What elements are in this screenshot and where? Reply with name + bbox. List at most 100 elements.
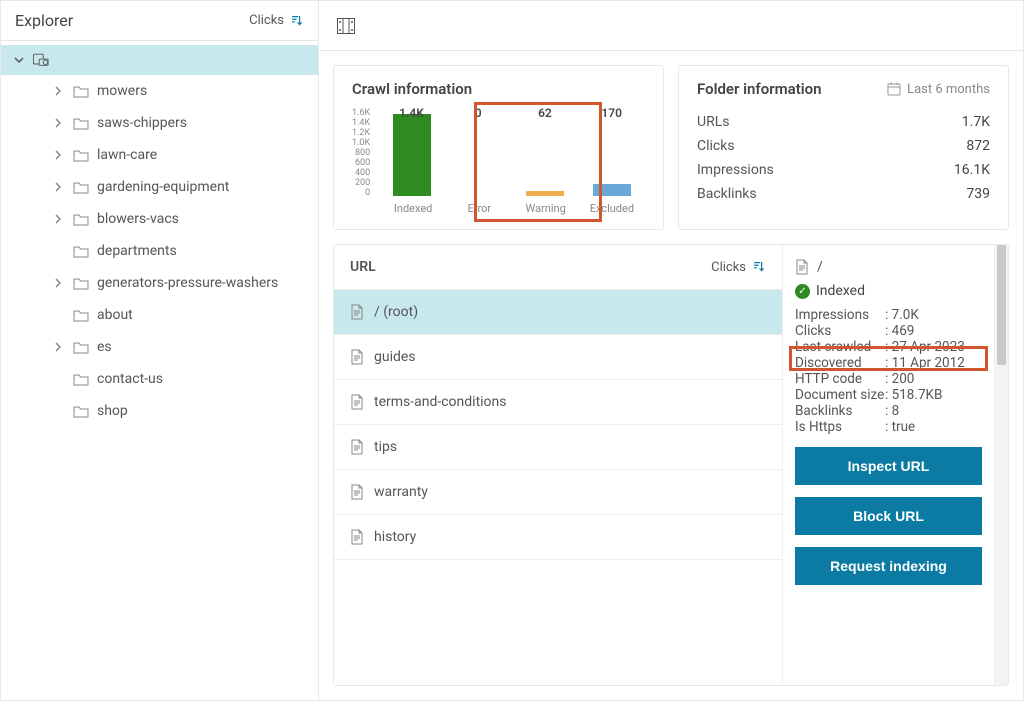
url-header-title: URL <box>350 259 376 275</box>
stat-value: 872 <box>966 138 990 154</box>
folder-stat-clicks: Clicks 872 <box>697 134 990 158</box>
url-row[interactable]: warranty <box>334 470 782 515</box>
sidebar-item-generators-pressure-washers[interactable]: generators-pressure-washers <box>1 267 318 299</box>
detail-status: ✓ Indexed <box>795 283 982 299</box>
bar-caption: Indexed <box>380 202 446 215</box>
tree-root[interactable] <box>1 45 318 75</box>
url-list-header: URL Clicks <box>334 245 782 290</box>
sidebar-item-blowers-vacs[interactable]: blowers-vacs <box>1 203 318 235</box>
explorer-sidebar: Explorer Clicks mowerssaws-chipperslawn-… <box>1 1 319 700</box>
crawl-card-title: Crawl information <box>352 80 645 98</box>
detail-value: 8 <box>885 403 982 419</box>
y-tick: 400 <box>352 168 370 178</box>
status-text: Indexed <box>816 283 865 299</box>
sidebar-item-label: saws-chippers <box>97 115 187 131</box>
sidebar-item-lawn-care[interactable]: lawn-care <box>1 139 318 171</box>
url-label: / (root) <box>374 304 418 320</box>
url-row[interactable]: history <box>334 515 782 560</box>
sidebar-item-gardening-equipment[interactable]: gardening-equipment <box>1 171 318 203</box>
detail-path-row: / <box>795 259 982 275</box>
url-row[interactable]: tips <box>334 425 782 470</box>
bar-error[interactable]: 0 <box>445 108 512 196</box>
sort-label: Clicks <box>249 13 284 28</box>
y-tick: 200 <box>352 178 370 188</box>
url-row[interactable]: guides <box>334 335 782 380</box>
crawl-info-card: Crawl information 1.6K1.4K1.2K1.0K800600… <box>333 65 664 230</box>
chevron-right-icon <box>51 214 65 224</box>
bar-indexed[interactable]: 1.4K <box>378 108 445 196</box>
url-label: tips <box>374 439 397 455</box>
sort-desc-icon <box>752 260 766 274</box>
sidebar-item-shop[interactable]: shop <box>1 395 318 427</box>
stat-key: Impressions <box>697 162 774 178</box>
detail-key: Clicks <box>795 323 885 339</box>
scrollbar-thumb[interactable] <box>997 245 1006 365</box>
detail-discovered: Discovered11 Apr 2012 <box>795 355 982 371</box>
y-tick: 1.0K <box>352 138 370 148</box>
main-area: Crawl information 1.6K1.4K1.2K1.0K800600… <box>319 1 1023 700</box>
page-icon <box>350 304 364 320</box>
detail-key: Backlinks <box>795 403 885 419</box>
folder-icon <box>73 308 89 322</box>
page-icon <box>350 484 364 500</box>
chart-y-axis: 1.6K1.4K1.2K1.0K8006004002000 <box>352 108 372 196</box>
detail-scrollbar[interactable] <box>994 245 1008 685</box>
sidebar-item-label: mowers <box>97 83 147 99</box>
detail-key: HTTP code <box>795 371 885 387</box>
request-indexing-button[interactable]: Request indexing <box>795 547 982 585</box>
url-sort-clicks[interactable]: Clicks <box>711 260 766 275</box>
folder-icon <box>73 148 89 162</box>
detail-value: true <box>885 419 982 435</box>
sidebar-item-about[interactable]: about <box>1 299 318 331</box>
sidebar-item-es[interactable]: es <box>1 331 318 363</box>
bar-excluded[interactable]: 170 <box>578 108 645 196</box>
bar-value-label: 0 <box>475 106 482 192</box>
url-row[interactable]: terms-and-conditions <box>334 380 782 425</box>
sort-desc-icon <box>290 14 304 28</box>
sidebar-item-label: departments <box>97 243 177 259</box>
bar-warning[interactable]: 62 <box>512 108 579 196</box>
sidebar-item-label: generators-pressure-washers <box>97 275 278 291</box>
folder-card-title: Folder information <box>697 80 822 98</box>
crawl-chart: 1.6K1.4K1.2K1.0K8006004002000 1.4K 0 62 170… <box>352 108 645 215</box>
sidebar-item-label: gardening-equipment <box>97 179 229 195</box>
period-selector[interactable]: Last 6 months <box>887 82 990 97</box>
chevron-down-icon <box>13 54 25 66</box>
sidebar-item-departments[interactable]: departments <box>1 235 318 267</box>
y-tick: 1.4K <box>352 118 370 128</box>
y-tick: 800 <box>352 148 370 158</box>
stat-key: URLs <box>697 114 729 130</box>
bar-value-label: 62 <box>538 106 552 187</box>
period-label: Last 6 months <box>907 82 990 97</box>
page-icon <box>350 349 364 365</box>
stat-value: 16.1K <box>954 162 990 178</box>
block-url-button[interactable]: Block URL <box>795 497 982 535</box>
sidebar-item-contact-us[interactable]: contact-us <box>1 363 318 395</box>
detail-key: Document size <box>795 387 885 403</box>
folder-icon <box>73 116 89 130</box>
sidebar-item-mowers[interactable]: mowers <box>1 75 318 107</box>
detail-path-text: / <box>817 259 823 275</box>
sidebar-item-label: shop <box>97 403 128 419</box>
url-label: terms-and-conditions <box>374 394 507 410</box>
columns-icon[interactable] <box>333 14 359 38</box>
detail-is-https: Is Httpstrue <box>795 419 982 435</box>
sidebar-item-saws-chippers[interactable]: saws-chippers <box>1 107 318 139</box>
detail-value: 27 Apr 2023 <box>885 339 982 355</box>
sidebar-sort-clicks[interactable]: Clicks <box>249 13 304 28</box>
url-label: warranty <box>374 484 428 500</box>
detail-value: 469 <box>885 323 982 339</box>
detail-panel: / ✓ Indexed Impressions7.0KClicks469Last… <box>782 245 994 685</box>
inspect-url-button[interactable]: Inspect URL <box>795 447 982 485</box>
page-icon <box>350 439 364 455</box>
sort-label: Clicks <box>711 260 746 275</box>
app-root: Explorer Clicks mowerssaws-chipperslawn-… <box>0 0 1024 701</box>
stat-key: Clicks <box>697 138 735 154</box>
cards-row: Crawl information 1.6K1.4K1.2K1.0K800600… <box>333 65 1009 230</box>
folder-stat-backlinks: Backlinks739 <box>697 182 990 206</box>
sidebar-item-label: contact-us <box>97 371 163 387</box>
url-label: history <box>374 529 416 545</box>
stat-value: 739 <box>966 186 990 202</box>
url-row[interactable]: / (root) <box>334 290 782 335</box>
folder-icon <box>73 404 89 418</box>
